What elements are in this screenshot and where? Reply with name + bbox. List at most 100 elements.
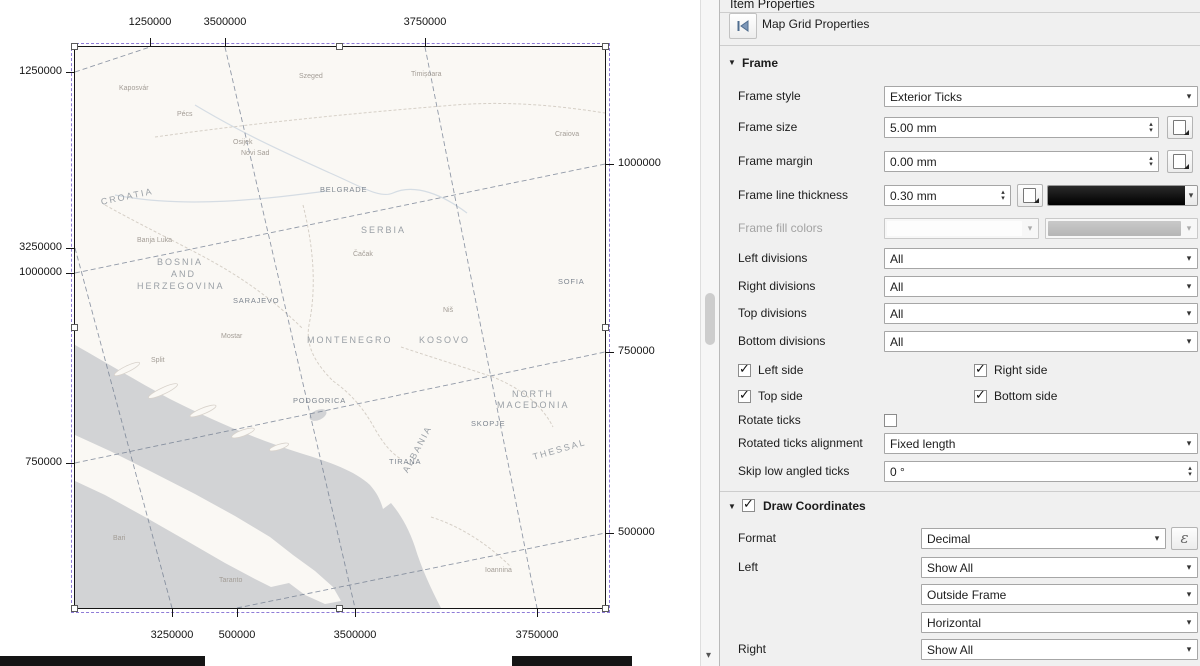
left-placement-value: Outside Frame	[922, 588, 1181, 602]
scrollbar-down-arrow-icon[interactable]: ▾	[706, 651, 711, 661]
selection-handle[interactable]	[71, 324, 78, 331]
grid-tick	[237, 609, 238, 617]
grid-coordinate-label: 500000	[219, 629, 256, 641]
grid-coordinate-label: 500000	[618, 526, 655, 538]
right-coordinates-select[interactable]: Show All ▾	[921, 639, 1198, 660]
spinner-arrows-icon[interactable]: ▴▾	[1183, 466, 1197, 478]
frame-size-spinner[interactable]: 5.00 mm ▴▾	[884, 117, 1159, 138]
left-orientation-select[interactable]: Horizontal ▾	[921, 612, 1198, 633]
selection-handle[interactable]	[71, 605, 78, 612]
expression-builder-button[interactable]: ε	[1171, 527, 1198, 550]
grid-coordinate-label: 3250000	[151, 629, 194, 641]
bottom-side-checkbox[interactable]: ✓	[974, 390, 987, 403]
draw-coordinates-checkbox[interactable]: ✓	[742, 499, 755, 512]
map-preview	[75, 47, 605, 608]
draw-coordinates-section-title[interactable]: Draw Coordinates	[763, 496, 866, 517]
left-placement-select[interactable]: Outside Frame ▾	[921, 584, 1198, 605]
right-divisions-value: All	[885, 280, 1181, 294]
frame-size-label: Frame size	[738, 117, 797, 138]
left-coordinates-label: Left	[738, 557, 758, 578]
frame-style-label: Frame style	[738, 86, 801, 107]
right-side-checkbox[interactable]: ✓	[974, 364, 987, 377]
right-coordinates-label: Right	[738, 639, 766, 660]
format-select[interactable]: Decimal ▾	[921, 528, 1166, 549]
left-side-label: Left side	[758, 360, 803, 381]
color-swatch-black	[1048, 186, 1185, 205]
bottom-side-label: Bottom side	[994, 386, 1057, 407]
rotate-ticks-checkbox[interactable]: ✓	[884, 414, 897, 427]
left-side-checkbox[interactable]: ✓	[738, 364, 751, 377]
left-divisions-select[interactable]: All ▾	[884, 248, 1198, 269]
divider	[720, 491, 1200, 492]
left-coordinates-select[interactable]: Show All ▾	[921, 557, 1198, 578]
spinner-arrows-icon[interactable]: ▴▾	[996, 190, 1010, 202]
bottom-bar	[512, 656, 632, 666]
divider	[720, 45, 1200, 46]
rotate-ticks-label: Rotate ticks	[738, 410, 801, 431]
grid-coordinate-label: 750000	[618, 345, 655, 357]
grid-coordinate-label: 3500000	[334, 629, 377, 641]
bottom-bar	[0, 656, 205, 666]
top-side-checkbox[interactable]: ✓	[738, 390, 751, 403]
chevron-down-icon: ▾	[1181, 617, 1197, 628]
back-button[interactable]	[729, 13, 757, 39]
grid-tick	[606, 164, 614, 165]
rotated-ticks-alignment-select[interactable]: Fixed length ▾	[884, 433, 1198, 454]
qgis-layout-window: CROATIABOSNIAANDHERZEGOVINASERBIAMONTENE…	[0, 0, 1200, 666]
grid-coordinate-label: 1000000	[618, 157, 661, 169]
spinner-arrows-icon[interactable]: ▴▾	[1144, 156, 1158, 168]
item-properties-panel: Item Properties Map Grid Properties ▼ Fr…	[719, 0, 1200, 666]
collapse-arrow-icon[interactable]: ▼	[728, 58, 736, 68]
map-item[interactable]: CROATIABOSNIAANDHERZEGOVINASERBIAMONTENE…	[74, 46, 606, 609]
layout-canvas[interactable]: CROATIABOSNIAANDHERZEGOVINASERBIAMONTENE…	[0, 0, 700, 666]
frame-line-thickness-override-button[interactable]	[1017, 184, 1043, 207]
selection-handle[interactable]	[336, 605, 343, 612]
right-divisions-label: Right divisions	[738, 276, 815, 297]
selection-handle[interactable]	[336, 43, 343, 50]
selection-handle[interactable]	[602, 605, 609, 612]
grid-tick	[606, 352, 614, 353]
grid-coordinate-label: 1000000	[0, 266, 62, 278]
chevron-down-icon: ▾	[1181, 336, 1197, 347]
chevron-down-icon: ▾	[1181, 589, 1197, 600]
frame-line-thickness-spinner[interactable]: 0.30 mm ▴▾	[884, 185, 1011, 206]
frame-size-override-button[interactable]	[1167, 116, 1193, 139]
frame-margin-spinner[interactable]: 0.00 mm ▴▾	[884, 151, 1159, 172]
top-divisions-select[interactable]: All ▾	[884, 303, 1198, 324]
spinner-arrows-icon[interactable]: ▴▾	[1144, 122, 1158, 134]
selection-handle[interactable]	[602, 43, 609, 50]
skip-low-angled-ticks-value: 0 °	[885, 465, 1183, 479]
left-divisions-label: Left divisions	[738, 248, 807, 269]
rotated-ticks-alignment-label: Rotated ticks alignment	[738, 433, 863, 454]
frame-style-select[interactable]: Exterior Ticks ▾	[884, 86, 1198, 107]
selection-handle[interactable]	[602, 324, 609, 331]
frame-line-color-button[interactable]: ▾	[1047, 185, 1198, 206]
panel-title: Item Properties	[730, 0, 815, 11]
frame-margin-value: 0.00 mm	[885, 155, 1144, 169]
frame-fill-colors-label: Frame fill colors	[738, 218, 823, 239]
selection-handle[interactable]	[71, 43, 78, 50]
left-divisions-value: All	[885, 252, 1181, 266]
collapse-arrow-icon[interactable]: ▼	[728, 502, 736, 512]
frame-margin-label: Frame margin	[738, 151, 813, 172]
scrollbar-thumb[interactable]	[705, 293, 715, 345]
skip-low-angled-ticks-label: Skip low angled ticks	[738, 461, 849, 482]
skip-low-angled-ticks-spinner[interactable]: 0 ° ▴▾	[884, 461, 1198, 482]
grid-coordinate-label: 750000	[0, 456, 62, 468]
frame-line-thickness-label: Frame line thickness	[738, 185, 848, 206]
right-divisions-select[interactable]: All ▾	[884, 276, 1198, 297]
vertical-scrollbar[interactable]: ▾	[700, 0, 719, 666]
top-divisions-label: Top divisions	[738, 303, 807, 324]
top-divisions-value: All	[885, 307, 1181, 321]
frame-fill-color2-select: ▾	[1045, 218, 1198, 239]
color-swatch-gray	[1048, 221, 1181, 236]
top-side-label: Top side	[758, 386, 803, 407]
frame-margin-override-button[interactable]	[1167, 150, 1193, 173]
bottom-divisions-select[interactable]: All ▾	[884, 331, 1198, 352]
grid-coordinate-label: 3750000	[516, 629, 559, 641]
grid-tick	[355, 609, 356, 617]
grid-tick	[66, 463, 74, 464]
frame-section-title[interactable]: Frame	[742, 53, 778, 74]
chevron-down-icon: ▾	[1185, 186, 1197, 205]
left-orientation-value: Horizontal	[922, 616, 1181, 630]
